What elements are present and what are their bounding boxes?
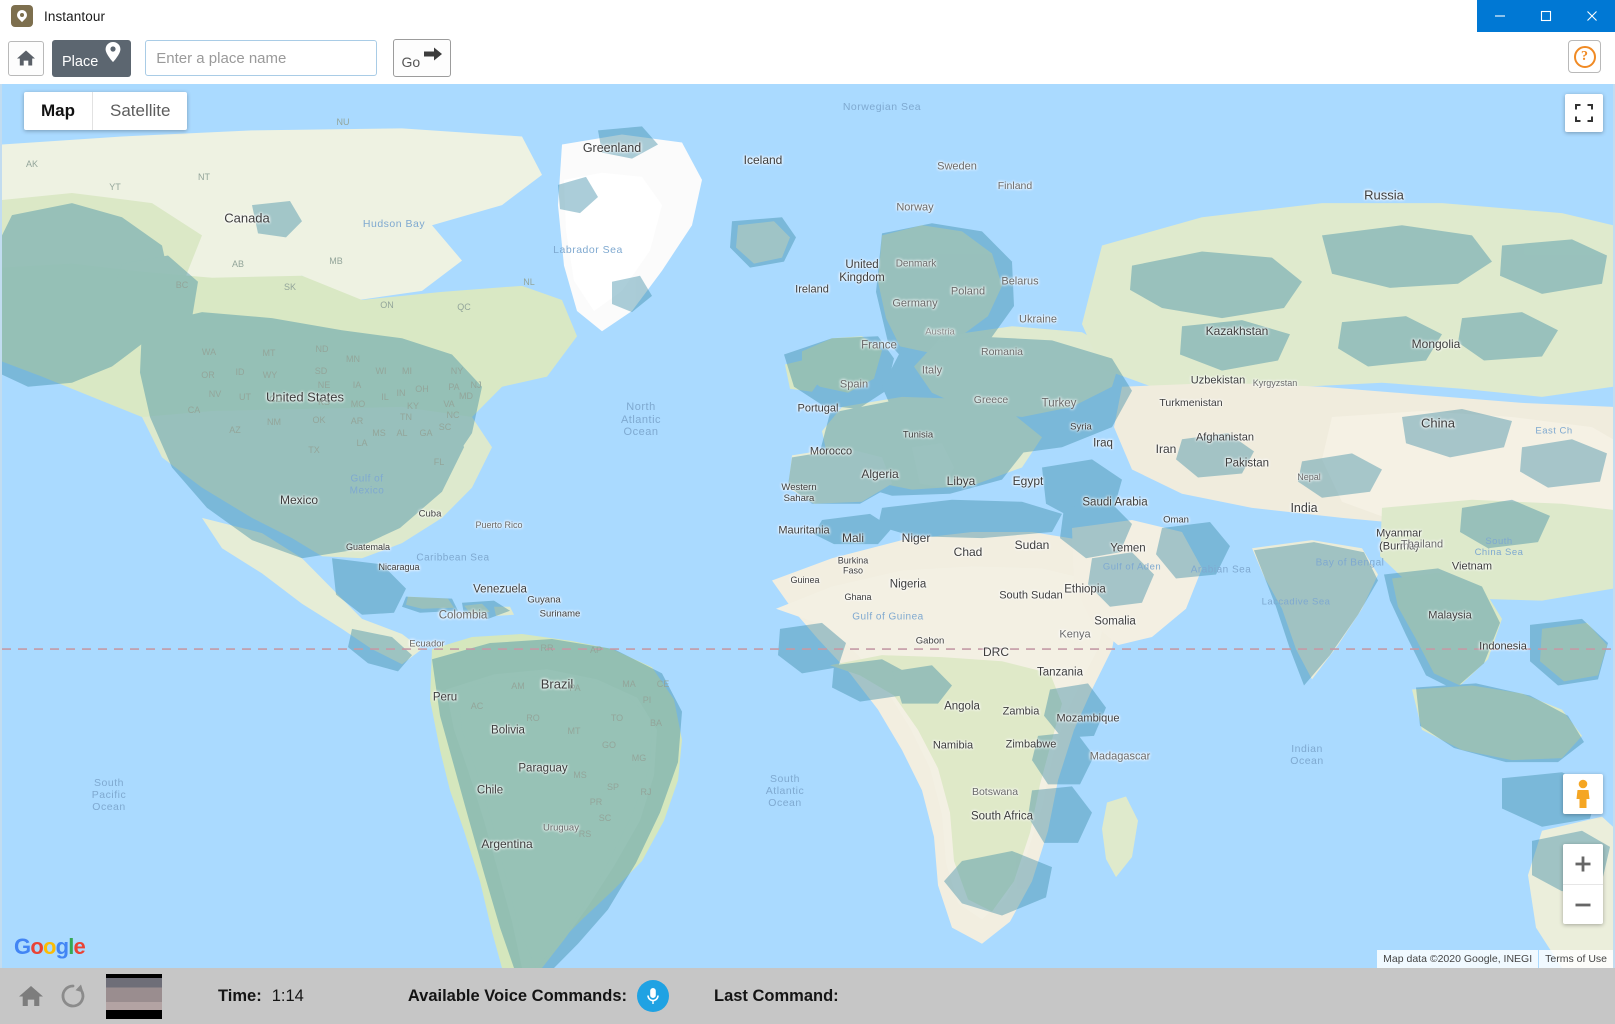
- microphone-icon[interactable]: [637, 980, 669, 1012]
- home-icon: [19, 986, 43, 1006]
- google-logo-letter: o: [30, 934, 43, 959]
- google-logo: Google: [14, 934, 86, 960]
- home-button[interactable]: [8, 40, 44, 76]
- voice-commands-label: Available Voice Commands:: [407, 986, 627, 1005]
- window-controls: [1477, 0, 1615, 32]
- plus-icon: [1575, 856, 1591, 872]
- help-button[interactable]: ?: [1568, 40, 1601, 73]
- zoom-control[interactable]: [1563, 844, 1603, 924]
- fullscreen-icon: [1575, 104, 1593, 122]
- google-logo-letter: g: [55, 934, 69, 959]
- map-type-map[interactable]: Map: [24, 92, 92, 130]
- location-pin-icon: [104, 41, 122, 67]
- map-data-attribution: Map data ©2020 Google, INEGI: [1377, 950, 1539, 968]
- map-attribution: Map data ©2020 Google, INEGI Terms of Us…: [1377, 950, 1613, 968]
- map-type-satellite[interactable]: Satellite: [92, 92, 187, 130]
- map-canvas[interactable]: Greenland Iceland Canada Russia Sweden Finlan…: [0, 84, 1615, 968]
- zoom-in-button[interactable]: [1563, 844, 1603, 884]
- app-title: Instantour: [44, 8, 106, 24]
- world-map-graphic: [2, 84, 1613, 968]
- zoom-out-button[interactable]: [1563, 884, 1603, 924]
- last-command-label: Last Command:: [714, 986, 839, 1005]
- voice-commands-group: Available Voice Commands:: [408, 980, 669, 1012]
- place-mode-label: Place: [62, 54, 99, 70]
- google-logo-letter: G: [14, 934, 31, 959]
- time-label: Time:: [218, 986, 262, 1005]
- maximize-button[interactable]: [1523, 0, 1569, 32]
- go-button-label: Go: [401, 54, 421, 70]
- titlebar: Instantour: [0, 0, 1615, 32]
- place-mode-button[interactable]: Place: [52, 39, 132, 77]
- google-logo-letter: o: [42, 934, 56, 959]
- statusbar: Time: 1:14 Available Voice Commands: Las…: [0, 968, 1615, 1024]
- go-button[interactable]: Go: [393, 39, 452, 77]
- titlebar-left: Instantour: [0, 5, 105, 27]
- terms-of-use-link[interactable]: Terms of Use: [1539, 950, 1613, 968]
- close-button[interactable]: [1569, 0, 1615, 32]
- toolbar: Place Go ?: [0, 32, 1615, 84]
- map-type-control[interactable]: Map Satellite: [24, 92, 188, 130]
- minus-icon: [1575, 903, 1591, 906]
- statusbar-refresh-button[interactable]: [52, 968, 94, 1024]
- time-display: Time: 1:14: [218, 987, 304, 1006]
- place-search-input[interactable]: [145, 40, 378, 76]
- statusbar-home-button[interactable]: [10, 968, 52, 1024]
- fullscreen-button[interactable]: [1565, 94, 1603, 132]
- minimize-button[interactable]: [1477, 0, 1523, 32]
- time-value: 1:14: [271, 986, 304, 1005]
- home-icon: [17, 50, 35, 66]
- last-command-group: Last Command:: [714, 987, 849, 1006]
- street-view-pegman-button[interactable]: [1563, 774, 1603, 814]
- question-mark-icon: ?: [1573, 45, 1596, 68]
- arrow-right-icon: [423, 45, 443, 66]
- refresh-icon: [61, 984, 85, 1008]
- app-window: Instantour Place Enter a place name Go ?…: [0, 0, 1615, 1024]
- stream-thumbnail[interactable]: [106, 973, 162, 1019]
- street-view-pegman-icon: [1576, 779, 1590, 808]
- map-pin-icon: [11, 5, 33, 27]
- google-logo-letter: e: [73, 934, 86, 959]
